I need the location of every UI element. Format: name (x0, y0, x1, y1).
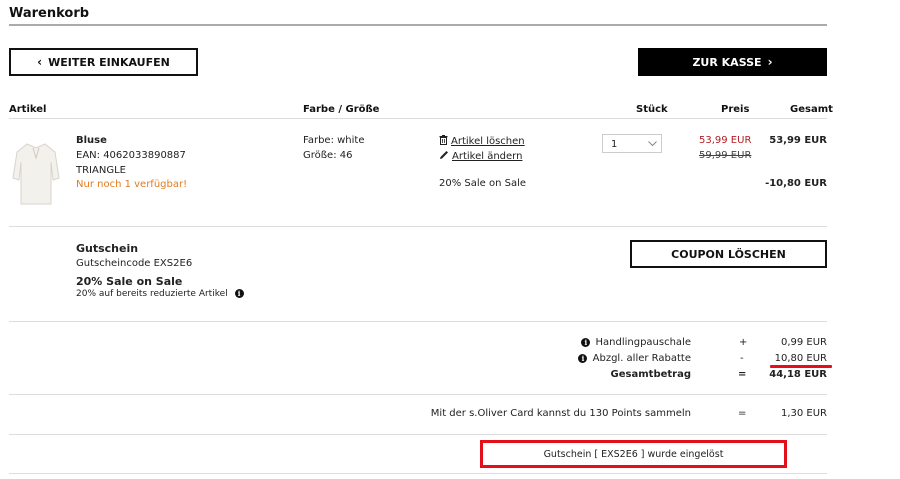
row-divider (9, 434, 827, 435)
header-article: Artikel (9, 104, 47, 115)
coupon-redeemed-notice: Gutschein [ EXS2E6 ] wurde eingelöst (480, 440, 787, 468)
handling-fee-row: i Handlingpauschale (520, 337, 691, 348)
grand-total-value: 44,18 EUR (769, 369, 827, 380)
discount-highlight-underline (770, 365, 832, 368)
header-total: Gesamt (790, 104, 833, 115)
delete-coupon-button[interactable]: COUPON LÖSCHEN (630, 240, 827, 268)
edit-item-link[interactable]: Artikel ändern (439, 150, 522, 162)
quantity-value: 1 (611, 139, 618, 150)
header-color-size: Farbe / Größe (303, 104, 380, 115)
discount-sign: - (740, 353, 744, 364)
checkout-label: ZUR KASSE (692, 55, 762, 69)
product-image[interactable] (11, 138, 61, 208)
row-divider (9, 394, 827, 395)
item-discount-note: 20% Sale on Sale (439, 178, 527, 189)
price-original: 59,99 EUR (699, 150, 752, 161)
item-discount-amount: -10,80 EUR (765, 178, 827, 189)
page-title: Warenkorb (9, 6, 90, 21)
product-ean: EAN: 4062033890887 (76, 150, 186, 161)
grand-total-label: Gesamtbetrag (610, 369, 691, 380)
header-divider (9, 118, 827, 119)
edit-item-label: Artikel ändern (452, 151, 523, 162)
chevron-down-icon (648, 141, 657, 147)
coupon-redeemed-text: Gutschein [ EXS2E6 ] wurde eingelöst (543, 448, 724, 460)
grand-total-sign: = (738, 369, 747, 380)
row-divider (9, 321, 827, 322)
delete-item-link[interactable]: Artikel löschen (439, 135, 525, 147)
points-value: 1,30 EUR (780, 408, 827, 419)
chevron-right-icon: › (767, 55, 773, 69)
points-sign: = (738, 408, 747, 419)
product-brand: TRIANGLE (76, 165, 126, 176)
points-text: Mit der s.Oliver Card kannst du 130 Poin… (430, 408, 691, 419)
quantity-select[interactable]: 1 (602, 134, 662, 153)
header-quantity: Stück (636, 104, 668, 115)
handling-fee-sign: + (739, 337, 748, 348)
info-icon[interactable]: i (234, 289, 244, 298)
coupon-code: Gutscheincode EXS2E6 (76, 258, 193, 269)
discount-row: i Abzgl. aller Rabatte (520, 353, 691, 364)
pencil-icon (440, 151, 448, 159)
coupon-heading: Gutschein (76, 242, 139, 255)
discount-label: Abzgl. aller Rabatte (592, 353, 691, 364)
checkout-button[interactable]: ZUR KASSE › (638, 48, 827, 76)
info-icon[interactable]: i (581, 337, 591, 347)
continue-shopping-label: WEITER EINKAUFEN (48, 55, 170, 69)
handling-fee-label: Handlingpauschale (595, 337, 692, 348)
item-total: 53,99 EUR (769, 135, 827, 146)
product-name[interactable]: Bluse (76, 135, 107, 146)
price-sale: 53,99 EUR (699, 135, 752, 146)
info-icon[interactable]: i (578, 353, 588, 363)
delete-item-label: Artikel löschen (451, 136, 525, 147)
chevron-left-icon: ‹ (37, 55, 43, 69)
product-size: Größe: 46 (303, 150, 353, 161)
product-color: Farbe: white (303, 135, 365, 146)
coupon-description: 20% auf bereits reduzierte Artikel (76, 289, 228, 299)
handling-fee-value: 0,99 EUR (780, 337, 827, 348)
delete-coupon-label: COUPON LÖSCHEN (671, 247, 786, 261)
row-divider (9, 473, 827, 474)
trash-icon (439, 135, 448, 145)
availability-note: Nur noch 1 verfügbar! (76, 179, 188, 190)
coupon-description-row: 20% auf bereits reduzierte Artikel i (76, 289, 244, 299)
discount-value: 10,80 EUR (774, 353, 827, 364)
header-price: Preis (721, 104, 750, 115)
coupon-name: 20% Sale on Sale (76, 275, 183, 288)
continue-shopping-button[interactable]: ‹ WEITER EINKAUFEN (9, 48, 198, 76)
row-divider (9, 226, 827, 227)
title-divider (9, 24, 827, 26)
